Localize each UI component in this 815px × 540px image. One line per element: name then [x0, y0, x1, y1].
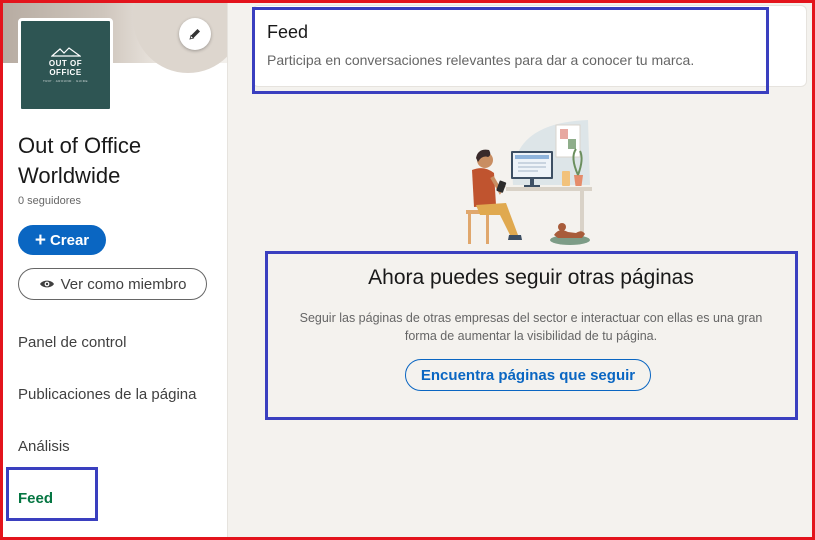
nav-item-dashboard[interactable]: Panel de control: [18, 334, 126, 351]
edit-page-button[interactable]: [179, 18, 211, 50]
empty-state-description-line1: Seguir las páginas de otras empresas del…: [299, 311, 763, 325]
logo-text-line1: OUT OF: [48, 59, 83, 68]
empty-state-heading: Ahora puedes seguir otras páginas: [368, 266, 694, 289]
nav-item-page-posts[interactable]: Publicaciones de la página: [18, 386, 196, 403]
create-button-label: Crear: [49, 231, 90, 249]
view-as-member-button[interactable]: Ver como miembro: [18, 268, 207, 300]
plus-icon: +: [34, 229, 46, 251]
nav-item-analytics[interactable]: Análisis: [18, 438, 70, 455]
find-pages-to-follow-button[interactable]: Encuentra páginas que seguir: [405, 359, 651, 391]
logo-text-line2: OFFICE: [49, 68, 82, 77]
empty-state-description: Seguir las páginas de otras empresas del…: [268, 309, 794, 345]
company-name: Out of Office Worldwide: [18, 133, 142, 188]
create-button[interactable]: + Crear: [18, 225, 106, 255]
page-sidebar: OUT OF OFFICE TRIP · AROUND · GUIDE Out …: [3, 3, 228, 537]
empty-state-description-line2: forma de aumentar la visibilidad de tu p…: [404, 329, 658, 343]
view-as-member-label: Ver como miembro: [60, 275, 187, 293]
nav-item-feed[interactable]: Feed: [18, 490, 53, 507]
feed-title: Feed: [267, 22, 309, 42]
company-logo: OUT OF OFFICE TRIP · AROUND · GUIDE: [18, 18, 113, 112]
feed-subtitle: Participa en conversaciones relevantes p…: [267, 52, 695, 68]
eye-icon: [39, 280, 54, 288]
pencil-icon: [189, 29, 200, 40]
followers-count: 0 seguidores: [18, 195, 81, 207]
logo-tagline: TRIP · AROUND · GUIDE: [43, 79, 88, 83]
mountain-icon: [50, 47, 81, 57]
person-at-desk-illustration: [466, 120, 592, 245]
feed-header-card: Feed Participa en conversaciones relevan…: [252, 5, 807, 87]
